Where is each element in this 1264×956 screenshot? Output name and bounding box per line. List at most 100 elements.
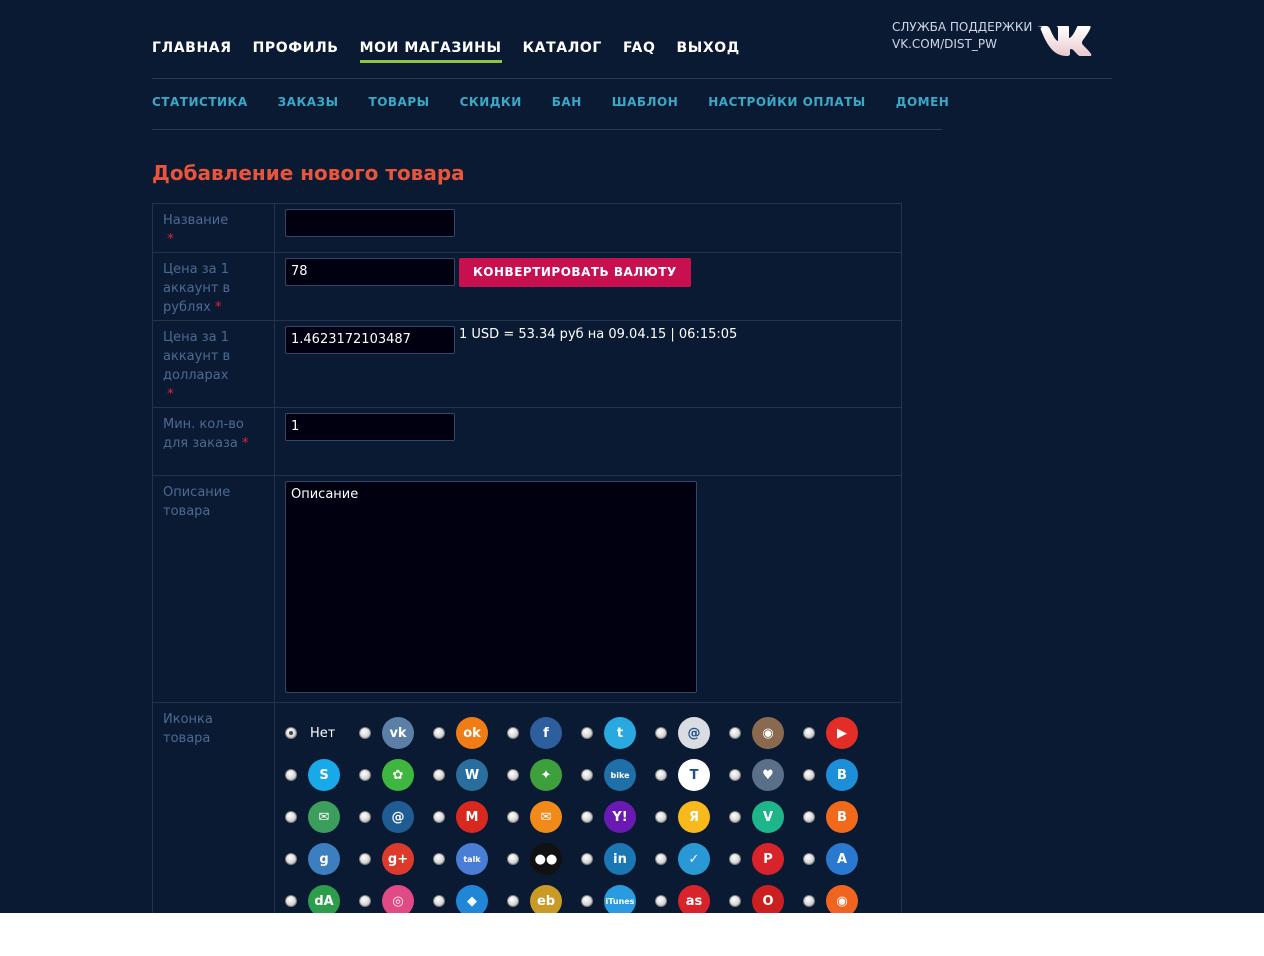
- icon-option[interactable]: ♥: [729, 759, 803, 791]
- icon-radio[interactable]: [729, 895, 741, 907]
- icon-radio[interactable]: [285, 811, 297, 823]
- icon-radio[interactable]: [507, 895, 519, 907]
- description-textarea[interactable]: Описание: [285, 481, 697, 693]
- icon-radio[interactable]: [581, 853, 593, 865]
- icon-radio[interactable]: [803, 811, 815, 823]
- pinterest-icon[interactable]: P: [752, 843, 784, 875]
- yahoo-icon[interactable]: Y!: [604, 801, 636, 833]
- icon-radio[interactable]: [507, 769, 519, 781]
- icon-option[interactable]: W: [433, 759, 507, 791]
- vine-icon[interactable]: V: [752, 801, 784, 833]
- icon-radio[interactable]: [433, 811, 445, 823]
- support-line2[interactable]: VK.COM/DIST_PW: [892, 36, 1032, 53]
- mailru-icon[interactable]: @: [382, 801, 414, 833]
- paperclip-icon[interactable]: @: [678, 717, 710, 749]
- instagram-icon[interactable]: ◉: [752, 717, 784, 749]
- nav-item-0[interactable]: ГЛАВНАЯ: [152, 40, 232, 63]
- gmail-icon[interactable]: M: [456, 801, 488, 833]
- price-rub-input[interactable]: 78: [285, 258, 455, 286]
- icon-radio[interactable]: [729, 727, 741, 739]
- icon-radio[interactable]: [285, 769, 297, 781]
- icon-option[interactable]: S: [285, 759, 359, 791]
- youtube-icon[interactable]: ▶: [826, 717, 858, 749]
- icon-radio[interactable]: [433, 769, 445, 781]
- icon-radio[interactable]: [729, 769, 741, 781]
- email-icon[interactable]: ✉: [530, 801, 562, 833]
- icon-option[interactable]: T: [655, 759, 729, 791]
- icon-option[interactable]: iTunes: [581, 885, 655, 913]
- icon-radio[interactable]: [359, 895, 371, 907]
- icon-radio[interactable]: [581, 895, 593, 907]
- icq-icon[interactable]: ✿: [382, 759, 414, 791]
- subnav-item-7[interactable]: ДОМЕН: [896, 95, 950, 109]
- icon-radio[interactable]: [803, 769, 815, 781]
- dropbox-icon[interactable]: ◆: [456, 885, 488, 913]
- icon-option[interactable]: O: [729, 885, 803, 913]
- icon-option[interactable]: @: [655, 717, 729, 749]
- icon-option[interactable]: Y!: [581, 801, 655, 833]
- icon-option[interactable]: ✦: [507, 759, 581, 791]
- turbo-icon[interactable]: T: [678, 759, 710, 791]
- icon-option[interactable]: talk: [433, 843, 507, 875]
- ebay-icon[interactable]: eb: [530, 885, 562, 913]
- icon-radio[interactable]: [803, 727, 815, 739]
- talk-icon[interactable]: talk: [456, 843, 488, 875]
- icon-option[interactable]: M: [433, 801, 507, 833]
- icon-option[interactable]: Нет: [285, 717, 359, 749]
- icon-radio[interactable]: [507, 727, 519, 739]
- warface-icon[interactable]: W: [456, 759, 488, 791]
- lastfm-icon[interactable]: as: [678, 885, 710, 913]
- mail-icon[interactable]: ✉: [308, 801, 340, 833]
- nav-item-3[interactable]: КАТАЛОГ: [523, 40, 602, 63]
- icon-radio[interactable]: [581, 769, 593, 781]
- subnav-item-6[interactable]: НАСТРОЙКИ ОПЛАТЫ: [708, 95, 866, 109]
- vk-logo-icon[interactable]: [1036, 22, 1092, 56]
- nav-item-2[interactable]: МОИ МАГАЗИНЫ: [359, 40, 502, 63]
- icon-radio[interactable]: [655, 769, 667, 781]
- yandex-icon[interactable]: Я: [678, 801, 710, 833]
- icon-radio[interactable]: [285, 727, 297, 739]
- icon-radio[interactable]: [581, 727, 593, 739]
- icon-option[interactable]: f: [507, 717, 581, 749]
- icon-radio[interactable]: [359, 811, 371, 823]
- icon-option[interactable]: vk: [359, 717, 433, 749]
- icon-option[interactable]: B: [803, 801, 877, 833]
- icon-radio[interactable]: [433, 727, 445, 739]
- icon-option[interactable]: ✉: [507, 801, 581, 833]
- google-plus-icon[interactable]: g+: [382, 843, 414, 875]
- deviantart-icon[interactable]: dA: [308, 885, 340, 913]
- twitter-icon[interactable]: t: [604, 717, 636, 749]
- icon-radio[interactable]: [655, 895, 667, 907]
- icon-option[interactable]: ok: [433, 717, 507, 749]
- icon-option[interactable]: Я: [655, 801, 729, 833]
- icon-radio[interactable]: [803, 853, 815, 865]
- odnoklassniki-icon[interactable]: ok: [456, 717, 488, 749]
- name-input[interactable]: [285, 209, 455, 237]
- icon-radio[interactable]: [729, 853, 741, 865]
- icon-option[interactable]: ●●: [507, 843, 581, 875]
- icon-radio[interactable]: [433, 895, 445, 907]
- appstore-icon[interactable]: A: [826, 843, 858, 875]
- icon-radio[interactable]: [729, 811, 741, 823]
- vk-icon[interactable]: vk: [382, 717, 414, 749]
- subnav-item-1[interactable]: ЗАКАЗЫ: [278, 95, 339, 109]
- icon-option[interactable]: ◎: [359, 885, 433, 913]
- icon-radio[interactable]: [359, 853, 371, 865]
- icon-option[interactable]: g+: [359, 843, 433, 875]
- icon-radio[interactable]: [655, 811, 667, 823]
- icon-option[interactable]: A: [803, 843, 877, 875]
- icon-option[interactable]: g: [285, 843, 359, 875]
- icon-option[interactable]: ✿: [359, 759, 433, 791]
- icon-option[interactable]: @: [359, 801, 433, 833]
- heart-icon[interactable]: ♥: [752, 759, 784, 791]
- subnav-item-5[interactable]: ШАБЛОН: [612, 95, 678, 109]
- icon-radio[interactable]: [433, 853, 445, 865]
- icon-option[interactable]: ◆: [433, 885, 507, 913]
- subnav-item-4[interactable]: БАН: [552, 95, 582, 109]
- opera-icon[interactable]: O: [752, 885, 784, 913]
- min-qty-input[interactable]: 1: [285, 413, 455, 441]
- subnav-item-0[interactable]: СТАТИСТИКА: [152, 95, 248, 109]
- price-usd-input[interactable]: 1.4623172103487: [285, 326, 455, 354]
- icon-option[interactable]: ✓: [655, 843, 729, 875]
- icon-radio[interactable]: [655, 853, 667, 865]
